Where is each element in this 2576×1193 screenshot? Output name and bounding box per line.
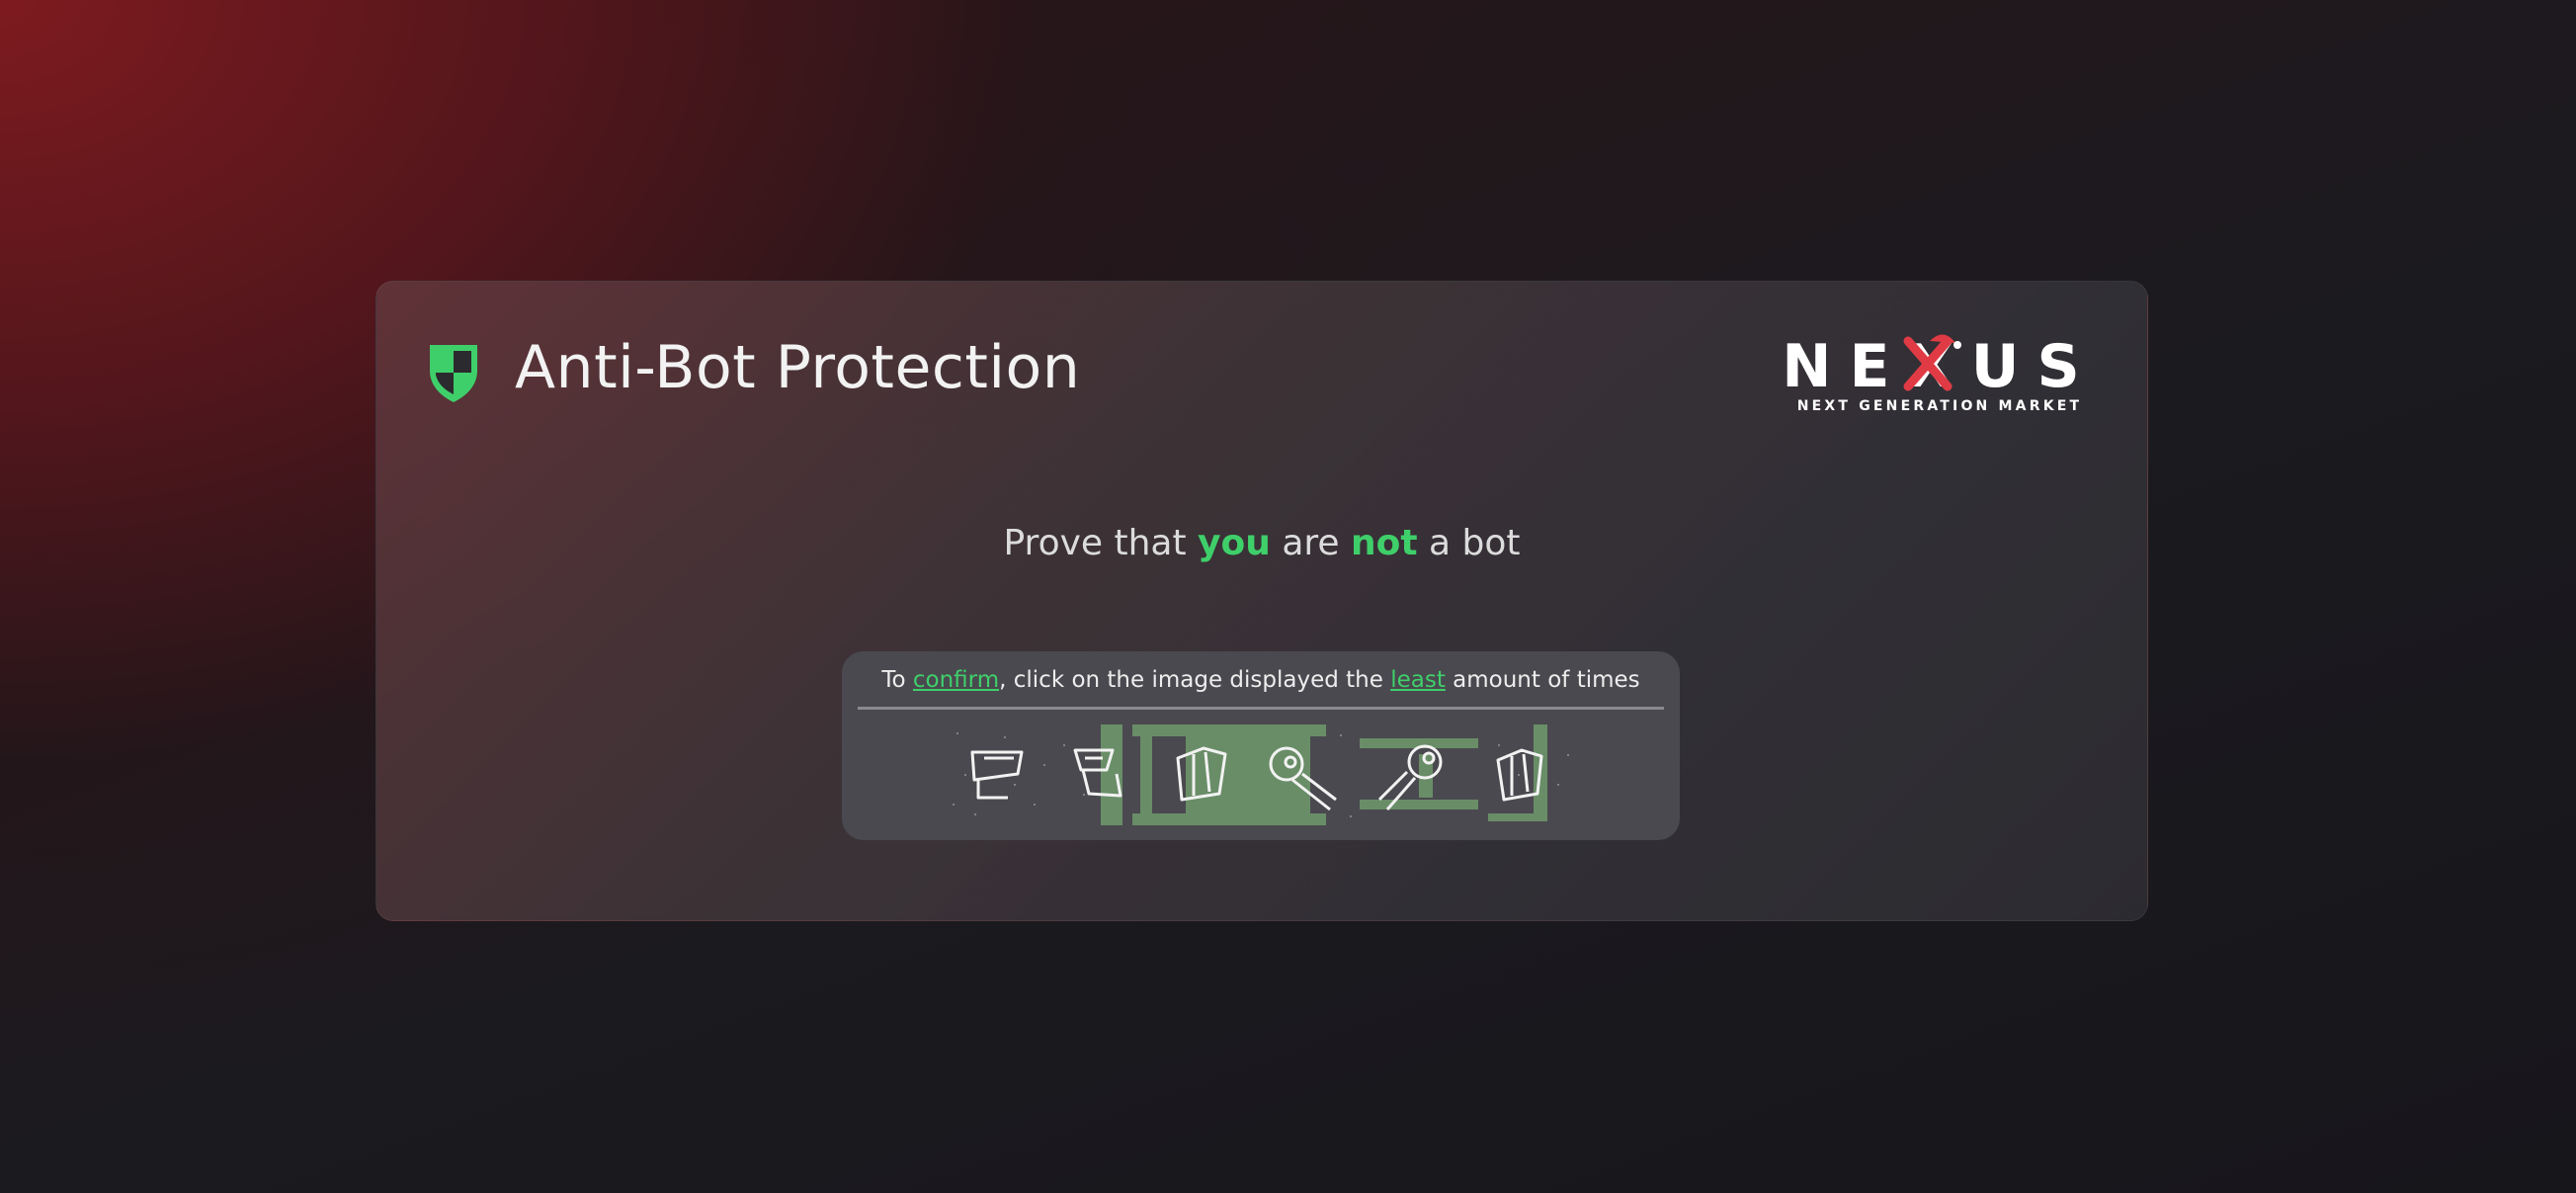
captcha-divider <box>858 707 1664 710</box>
confirm-link: confirm <box>912 667 1000 693</box>
captcha-instruction: To confirm, click on the image displayed… <box>881 667 1640 693</box>
captcha-box: To confirm, click on the image displayed… <box>842 651 1680 840</box>
highlight-you: you <box>1198 523 1271 563</box>
svg-text:NEXT GENERATION MARKET: NEXT GENERATION MARKET <box>1797 398 2083 414</box>
least-link: least <box>1390 667 1446 693</box>
shield-icon <box>430 345 477 402</box>
anti-bot-card: Anti-Bot Protection NEXUS NEXT GENERATIO… <box>375 281 2148 921</box>
prove-heading: Prove that you are not a bot <box>1003 523 1521 563</box>
nexus-logo: NEXUS NEXT GENERATION MARKET <box>1782 333 2083 414</box>
highlight-not: not <box>1350 523 1418 563</box>
page-title: Anti-Bot Protection <box>515 333 1081 402</box>
captcha-image-strip[interactable] <box>945 724 1577 825</box>
